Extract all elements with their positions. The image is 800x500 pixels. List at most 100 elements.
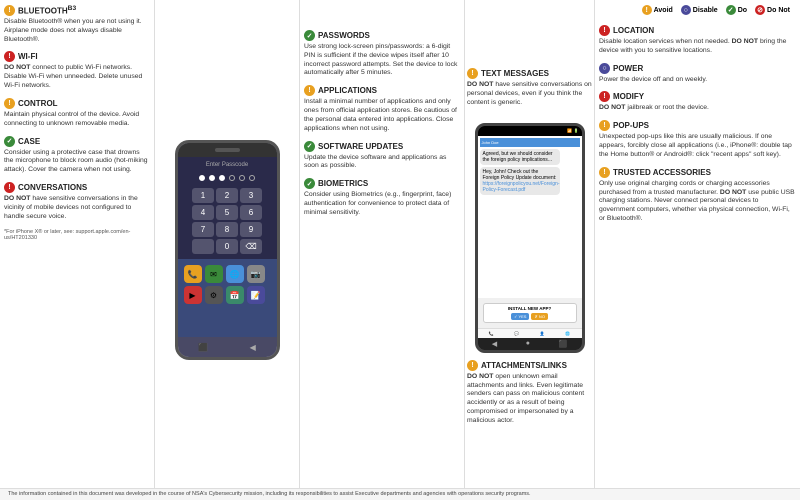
android-bottom-icons: 📞 💬 👤 🌐 xyxy=(478,328,582,338)
donot-icon: ⊘ xyxy=(755,5,765,15)
android-status-bar: 📶 🔋 xyxy=(478,126,582,136)
conversations-body: DO NOT have sensitive conversations in t… xyxy=(4,195,150,221)
key-7[interactable]: 7 xyxy=(192,222,214,237)
dot-1 xyxy=(199,175,205,181)
case-icon: ✓ xyxy=(4,136,15,147)
section-case: ✓ CASE Consider using a protective case … xyxy=(4,136,150,175)
software-updates-body: Update the device software and applicati… xyxy=(304,154,460,172)
trusted-accessories-title: ! TRUSTED ACCESSORIES xyxy=(599,167,796,178)
modify-label: MODIFY xyxy=(613,92,644,101)
key-del[interactable]: ⌫ xyxy=(240,239,262,254)
chat-header: John Doe xyxy=(480,138,580,147)
popups-label: POP-UPS xyxy=(613,121,649,130)
install-dialog: INSTALL NEW APP? ✓ YES ✗ NO xyxy=(483,303,577,323)
attachments-icon-mid: ! xyxy=(467,360,478,371)
key-empty xyxy=(192,239,214,254)
app-icon-3[interactable]: 🌐 xyxy=(226,265,244,283)
wifi-body: DO NOT connect to public Wi-Fi networks.… xyxy=(4,64,150,90)
chat-bubble-2: Hey, John! Check out the Foreign Policy … xyxy=(480,167,560,195)
control-title: ! CONTROL xyxy=(4,98,150,109)
home-nav[interactable]: ● xyxy=(526,340,530,347)
section-control: ! CONTROL Maintain physical control of t… xyxy=(4,98,150,129)
app-grid: 📞 ✉ 🌐 📷 ▶ ⚙ 📅 📝 xyxy=(181,262,274,307)
key-9[interactable]: 9 xyxy=(240,222,262,237)
software-updates-title: ✓ SOFTWARE UPDATES xyxy=(304,141,460,152)
modify-title: ! MODIFY xyxy=(599,91,796,102)
section-bluetooth: ! BLUETOOTHB3 Disable Bluetooth® when yo… xyxy=(4,5,150,44)
section-biometrics: ✓ BIOMETRICS Consider using Biometrics (… xyxy=(304,178,460,217)
location-title: ! LOCATION xyxy=(599,25,796,36)
trusted-accessories-label: TRUSTED ACCESSORIES xyxy=(613,168,711,177)
install-title: INSTALL NEW APP? xyxy=(486,306,574,311)
key-2[interactable]: 2 xyxy=(216,188,238,203)
section-modify: ! MODIFY DO NOT jailbreak or root the de… xyxy=(599,91,796,113)
key-6[interactable]: 6 xyxy=(240,205,262,220)
conversations-title: ! CONVERSATIONS xyxy=(4,182,150,193)
location-label: LOCATION xyxy=(613,26,654,35)
disable-label: Disable xyxy=(693,7,718,14)
back-nav[interactable]: ◀ xyxy=(492,340,497,348)
right-column: ! LOCATION Disable location services whe… xyxy=(595,0,800,500)
key-5[interactable]: 5 xyxy=(216,205,238,220)
passcode-screen: Enter Passcode 1 2 3 4 5 xyxy=(178,157,277,259)
footnote: *For iPhone X® or later, see: support.ap… xyxy=(4,229,150,241)
phone-screen: Enter Passcode 1 2 3 4 5 xyxy=(178,143,277,357)
section-software-updates: ✓ SOFTWARE UPDATES Update the device sof… xyxy=(304,141,460,172)
app-icon-6[interactable]: ⚙ xyxy=(205,286,223,304)
install-buttons: ✓ YES ✗ NO xyxy=(486,313,574,320)
trusted-accessories-body: Only use original charging cords or char… xyxy=(599,180,796,224)
dot-5 xyxy=(239,175,245,181)
app-icon-8[interactable]: 📝 xyxy=(247,286,265,304)
power-icon: ○ xyxy=(599,63,610,74)
phone-top-bar xyxy=(178,143,277,157)
browser-nav-icon: 🌐 xyxy=(565,331,570,336)
applications-title: ! APPLICATIONS xyxy=(304,85,460,96)
chat-bubble-1: Agreed, but we should consider the forei… xyxy=(480,149,560,165)
software-updates-label: SOFTWARE UPDATES xyxy=(318,142,403,151)
install-no-button[interactable]: ✗ NO xyxy=(531,313,547,320)
passwords-label: PASSWORDS xyxy=(318,31,370,40)
bluetooth-label: BLUETOOTHB3 xyxy=(18,5,76,16)
app-icon-5[interactable]: ▶ xyxy=(184,286,202,304)
attachments-body-mid: DO NOT open unknown email attachments an… xyxy=(467,373,592,426)
dot-3 xyxy=(219,175,225,181)
biometrics-body: Consider using Biometrics (e.g., fingerp… xyxy=(304,191,460,217)
main-container: ! Avoid ○ Disable ✓ Do ⊘ Do Not ! BLUETO… xyxy=(0,0,800,500)
key-3[interactable]: 3 xyxy=(240,188,262,203)
section-location: ! LOCATION Disable location services whe… xyxy=(599,25,796,56)
power-label: POWER xyxy=(613,64,643,73)
home-button-icon: ⬛ xyxy=(198,343,208,352)
contacts-nav-icon: 👤 xyxy=(540,331,545,336)
recent-nav[interactable]: ⬛ xyxy=(558,340,567,348)
do-label: Do xyxy=(738,7,747,14)
app-icon-7[interactable]: 📅 xyxy=(226,286,244,304)
key-1[interactable]: 1 xyxy=(192,188,214,203)
install-yes-button[interactable]: ✓ YES xyxy=(511,313,529,320)
text-messages-label-mid: TEXT MESSAGES xyxy=(481,69,549,78)
legend-do: ✓ Do xyxy=(726,5,747,15)
bluetooth-icon: ! xyxy=(4,5,15,16)
biometrics-label: BIOMETRICS xyxy=(318,179,368,188)
popups-title: ! POP-UPS xyxy=(599,120,796,131)
passwords-title: ✓ PASSWORDS xyxy=(304,30,460,41)
text-messages-icon-mid: ! xyxy=(467,68,478,79)
app-icon-2[interactable]: ✉ xyxy=(205,265,223,283)
phone-mockup: Enter Passcode 1 2 3 4 5 xyxy=(175,140,280,360)
control-body: Maintain physical control of the device.… xyxy=(4,111,150,129)
app-icon-4[interactable]: 📷 xyxy=(247,265,265,283)
app-icon-1[interactable]: 📞 xyxy=(184,265,202,283)
key-0[interactable]: 0 xyxy=(216,239,238,254)
key-4[interactable]: 4 xyxy=(192,205,214,220)
key-8[interactable]: 8 xyxy=(216,222,238,237)
wifi-icon: ! xyxy=(4,51,15,62)
applications-body: Install a minimal number of applications… xyxy=(304,98,460,133)
popups-icon: ! xyxy=(599,120,610,131)
applications-icon: ! xyxy=(304,85,315,96)
conversations-label: CONVERSATIONS xyxy=(18,183,87,192)
modify-icon: ! xyxy=(599,91,610,102)
dot-2 xyxy=(209,175,215,181)
left-column: ! BLUETOOTHB3 Disable Bluetooth® when yo… xyxy=(0,0,155,500)
android-screen: 📶 🔋 John Doe Agreed, but we should consi… xyxy=(478,126,582,350)
legend-disable: ○ Disable xyxy=(681,5,718,15)
software-updates-icon: ✓ xyxy=(304,141,315,152)
